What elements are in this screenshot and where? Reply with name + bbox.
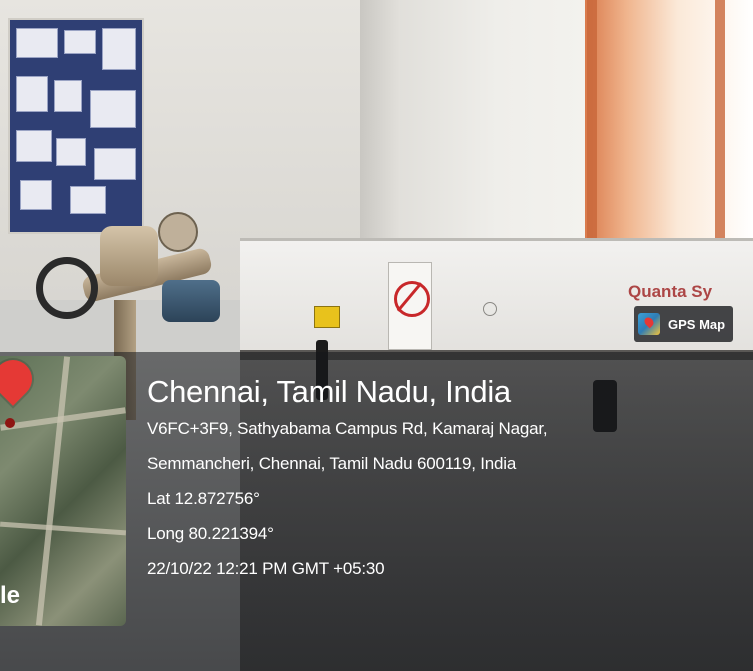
poster-card <box>102 28 136 70</box>
photo-scene: Quanta Sy GPS Map le Chennai, Tamil Nadu… <box>0 0 753 671</box>
poster-card <box>16 28 58 58</box>
map-road <box>0 521 126 536</box>
poster-card <box>20 180 52 210</box>
curtain-stripe <box>715 0 725 260</box>
poster-card <box>94 148 136 180</box>
poster-card <box>64 30 96 54</box>
map-logo-fragment: le <box>0 582 21 609</box>
poster-card <box>70 186 106 214</box>
gps-map-badge-label: GPS Map <box>668 316 726 332</box>
location-pin-center <box>5 418 15 428</box>
map-road <box>35 356 71 626</box>
address-line-1: V6FC+3F9, Sathyabama Campus Rd, Kamaraj … <box>147 419 548 438</box>
yellow-sticker <box>314 306 340 328</box>
poster-card <box>54 80 82 112</box>
longitude-value: Long 80.221394° <box>147 524 274 543</box>
valve-body <box>100 226 158 286</box>
prohibition-circle-icon <box>394 281 430 317</box>
poster-card <box>90 90 136 128</box>
poster-card <box>16 130 52 162</box>
valve-actuator <box>162 280 220 322</box>
poster-card <box>16 76 48 112</box>
location-title: Chennai, Tamil Nadu, India <box>147 374 511 409</box>
warning-sign <box>388 262 432 350</box>
curtain-stripe <box>587 0 597 260</box>
valve-handwheel <box>36 257 98 319</box>
gps-info-text: Chennai, Tamil Nadu, India V6FC+3F9, Sat… <box>147 374 548 595</box>
poster-board <box>8 18 144 234</box>
address-line-2: Semmancheri, Chennai, Tamil Nadu 600119,… <box>147 454 517 473</box>
poster-card <box>56 138 86 166</box>
timestamp-value: 22/10/22 12:21 PM GMT +05:30 <box>147 559 385 578</box>
window-with-curtains <box>585 0 753 260</box>
gps-map-app-icon <box>638 313 660 335</box>
valve-cap <box>158 212 198 252</box>
machine-brand-label: Quanta Sy <box>628 282 713 301</box>
gps-map-badge: GPS Map <box>634 306 734 342</box>
latitude-value: Lat 12.872756° <box>147 489 260 508</box>
gauge-icon <box>483 302 497 316</box>
